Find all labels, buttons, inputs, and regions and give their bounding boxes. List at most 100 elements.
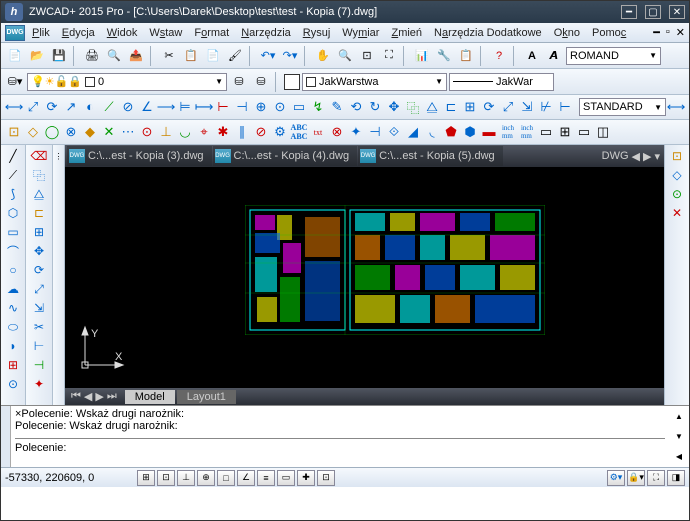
polygon-icon[interactable]: ⬡: [4, 205, 22, 221]
active-doc-icon[interactable]: DWG: [602, 150, 629, 163]
layer-prev-button[interactable]: ⛁: [251, 72, 271, 92]
snap-center-icon[interactable]: ◯: [43, 123, 61, 141]
tab-next-icon[interactable]: ▶: [643, 150, 651, 163]
circle-icon[interactable]: ○: [4, 262, 22, 278]
drawing-canvas[interactable]: DWGC:\...est - Kopia (3).dwg DWGC:\...es…: [65, 145, 664, 405]
stretch-icon[interactable]: ⇲: [518, 98, 536, 116]
move-icon[interactable]: ✥: [385, 98, 403, 116]
open-button[interactable]: 📂: [27, 46, 47, 66]
minimize-button[interactable]: ━: [621, 5, 637, 19]
layout-tab-layout1[interactable]: Layout1: [177, 390, 236, 404]
layout-next-icon[interactable]: ▶: [95, 390, 103, 403]
doc-tab-4[interactable]: DWGC:\...est - Kopia (4).dwg: [213, 146, 358, 166]
snap-app-icon[interactable]: ✱: [214, 123, 232, 141]
snap-mid-icon[interactable]: ◇: [24, 123, 42, 141]
view1-icon[interactable]: ▭: [537, 123, 555, 141]
ellipse-arc-icon[interactable]: ◗: [4, 338, 22, 354]
osnap-settings-icon[interactable]: ⚙: [271, 123, 289, 141]
layer-manager-button[interactable]: ⛁▾: [5, 72, 25, 92]
menu-widok[interactable]: Widok: [102, 25, 143, 41]
zoom-extents-button[interactable]: ⛶: [379, 46, 399, 66]
m-rotate-icon[interactable]: ⟳: [30, 262, 48, 278]
dyn-button[interactable]: ✚: [297, 470, 315, 486]
dim-aligned-icon[interactable]: ⤢: [24, 98, 42, 116]
break-icon[interactable]: ⊣: [366, 123, 384, 141]
cmd-scroll-down-icon[interactable]: ▼: [675, 432, 683, 441]
dwg-icon[interactable]: DWG: [5, 25, 25, 41]
menu-pomoc[interactable]: Pomoc: [587, 25, 631, 41]
m-scale-icon[interactable]: ⤢: [30, 281, 48, 297]
tab-prev-icon[interactable]: ◀: [632, 150, 640, 163]
menu-narzedzia-dodatkowe[interactable]: Narzędzia Dodatkowe: [429, 25, 547, 41]
line-icon[interactable]: ╱: [4, 148, 22, 164]
cut-button[interactable]: ✂: [159, 46, 179, 66]
spline-icon[interactable]: ∿: [4, 300, 22, 316]
mdi-restore-button[interactable]: ▫: [666, 26, 670, 39]
trim-icon[interactable]: ⊬: [537, 98, 555, 116]
snap-button[interactable]: ⊞: [137, 470, 155, 486]
rotate-icon[interactable]: ⟳: [480, 98, 498, 116]
cmd-grip-icon[interactable]: [1, 406, 11, 467]
view4-icon[interactable]: ◫: [594, 123, 612, 141]
dim-quick-icon[interactable]: ⟶: [157, 98, 175, 116]
print-button[interactable]: 🖨: [82, 46, 102, 66]
close-button[interactable]: ✕: [669, 5, 685, 19]
dim-text-icon[interactable]: ⟲: [347, 98, 365, 116]
menu-rysuj[interactable]: Rysuj: [298, 25, 336, 41]
point-icon[interactable]: ⊙: [4, 376, 22, 392]
mdi-close-button[interactable]: ✕: [676, 26, 685, 39]
dim-linear-icon[interactable]: ⟷: [5, 98, 23, 116]
snap-near-icon[interactable]: ⌖: [195, 123, 213, 141]
revcloud-icon[interactable]: ☁: [4, 281, 22, 297]
tab-menu-icon[interactable]: ▾: [654, 150, 660, 163]
ortho-button[interactable]: ⊥: [177, 470, 195, 486]
cmd-prompt[interactable]: Polecenie:: [15, 438, 665, 454]
tool1-icon[interactable]: ⬟: [442, 123, 460, 141]
menu-narzedzia[interactable]: Narzędzia: [236, 25, 296, 41]
text-a-button[interactable]: A: [522, 46, 542, 66]
xline-icon[interactable]: ⟋: [4, 167, 22, 183]
m-stretch-icon[interactable]: ⇲: [30, 300, 48, 316]
snap-none-icon[interactable]: ⊘: [252, 123, 270, 141]
r-tool3-icon[interactable]: ⊙: [668, 186, 686, 202]
snap-ins-icon[interactable]: ⊙: [138, 123, 156, 141]
dimstyle-button[interactable]: ⟷: [667, 98, 685, 116]
center-mark-icon[interactable]: ⊙: [271, 98, 289, 116]
snap-ext-icon[interactable]: ⋯: [119, 123, 137, 141]
dim-angular-icon[interactable]: ∠: [138, 98, 156, 116]
extend-icon[interactable]: ⊢: [556, 98, 574, 116]
help-button[interactable]: ?: [489, 46, 509, 66]
cycling-button[interactable]: ⊡: [317, 470, 335, 486]
explode-icon[interactable]: ✦: [347, 123, 365, 141]
snap-par-icon[interactable]: ∥: [233, 123, 251, 141]
m-offset-icon[interactable]: ⊏: [30, 205, 48, 221]
dimstyle-dropdown[interactable]: STANDARD▼: [579, 98, 666, 116]
otrack-button[interactable]: ∠: [237, 470, 255, 486]
erase-icon[interactable]: ⊗: [328, 123, 346, 141]
zoom-window-button[interactable]: ⊡: [357, 46, 377, 66]
layout-prev-icon[interactable]: ◀: [84, 390, 92, 403]
tool2-icon[interactable]: ⬢: [461, 123, 479, 141]
mm-icon[interactable]: inchmm: [499, 123, 517, 141]
m-mirror-icon[interactable]: ⧋: [30, 186, 48, 202]
paste-button[interactable]: 📄: [203, 46, 223, 66]
m-erase-icon[interactable]: ⌫: [30, 148, 48, 164]
m-copy-icon[interactable]: ⿻: [30, 167, 48, 183]
palette-button[interactable]: 📋: [456, 46, 476, 66]
mdi-minimize-button[interactable]: ━: [653, 26, 660, 39]
ellipse-icon[interactable]: ⬭: [4, 319, 22, 335]
publish-button[interactable]: 📤: [126, 46, 146, 66]
m-array-icon[interactable]: ⊞: [30, 224, 48, 240]
polar-button[interactable]: ⊕: [197, 470, 215, 486]
polyline-icon[interactable]: ⟆: [4, 186, 22, 202]
tolerance-icon[interactable]: ⊕: [252, 98, 270, 116]
dim-edit-icon[interactable]: ✎: [328, 98, 346, 116]
command-history[interactable]: ×Polecenie: Wskaż drugi narożnik: Polece…: [11, 406, 669, 467]
inspect-icon[interactable]: ▭: [290, 98, 308, 116]
font-dropdown[interactable]: ROMAND▼: [566, 47, 661, 65]
cmd-scroll-up-icon[interactable]: ▲: [675, 412, 683, 421]
dim-ordinate-icon[interactable]: ↗: [62, 98, 80, 116]
m-explode-icon[interactable]: ✦: [30, 376, 48, 392]
pan-button[interactable]: ✋: [313, 46, 333, 66]
view2-icon[interactable]: ⊞: [556, 123, 574, 141]
